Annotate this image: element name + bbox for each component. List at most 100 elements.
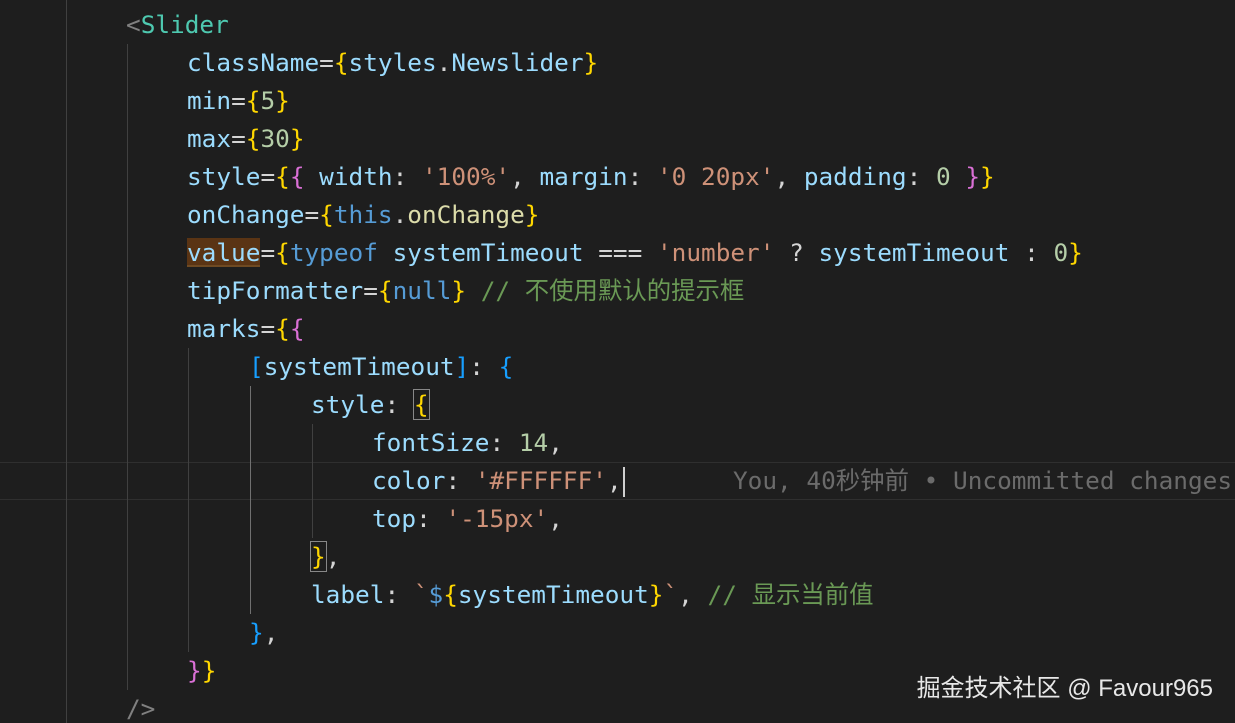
comma: , [548, 504, 563, 533]
code-line[interactable]: }, [310, 538, 341, 576]
comma: , [510, 162, 540, 191]
text-cursor [622, 467, 625, 497]
code-line[interactable]: min={5} [187, 82, 290, 120]
brace: } [648, 580, 664, 609]
brace: { [275, 314, 290, 343]
code-line[interactable]: }, [249, 614, 278, 652]
code-line[interactable]: label: `${systemTimeout}`, // 显示当前值 [311, 576, 874, 614]
prop-name: style [187, 162, 261, 191]
indent-guide [312, 424, 313, 538]
brace: } [980, 162, 995, 191]
operator: === [583, 238, 657, 267]
code-line[interactable]: top: '-15px', [372, 500, 563, 538]
code-line[interactable]: marks={{ [187, 310, 305, 348]
identifier: Newslider [451, 48, 584, 77]
bracket: [ [249, 352, 264, 381]
brace: { [377, 276, 393, 305]
brace: { [289, 314, 305, 343]
prop-name: className [187, 48, 320, 77]
brace: } [583, 48, 599, 77]
object-key: style [311, 390, 385, 419]
template-tick: ` [663, 580, 679, 609]
operator: = [260, 314, 276, 343]
tag-bracket: < [126, 10, 141, 39]
prop-name: tipFormatter [187, 276, 364, 305]
number-literal: 14 [518, 428, 549, 457]
string-literal: '100%' [421, 162, 511, 191]
number-literal: 5 [260, 86, 276, 115]
code-line[interactable]: style: { [311, 386, 430, 424]
number-literal: 0 [935, 162, 951, 191]
brace: } [201, 656, 217, 685]
brace: { [245, 124, 261, 153]
code-comment: // 显示当前值 [692, 580, 874, 609]
number-literal: 0 [1053, 238, 1069, 267]
brace: { [275, 162, 290, 191]
keyword: null [392, 276, 452, 305]
code-line[interactable]: tipFormatter={null} // 不使用默认的提示框 [187, 272, 744, 310]
brace: { [319, 200, 334, 229]
code-editor[interactable]: <Slider className={styles.Newslider} min… [0, 0, 1235, 723]
code-line[interactable]: <Slider [126, 6, 229, 44]
comma: , [263, 618, 279, 647]
operator: = [231, 124, 246, 153]
colon: : [384, 390, 414, 419]
operator: = [231, 86, 246, 115]
identifier: systemTimeout [263, 352, 455, 381]
comma: , [548, 428, 563, 457]
object-key: label [311, 580, 385, 609]
colon: : [392, 162, 422, 191]
brace: { [275, 238, 290, 267]
operator: = [260, 162, 276, 191]
brace: } [249, 618, 264, 647]
brace: } [524, 200, 540, 229]
string-literal: '-15px' [445, 504, 549, 533]
string-literal: '0 20px' [656, 162, 775, 191]
colon: : [416, 504, 446, 533]
brace: { [333, 48, 349, 77]
identifier: styles [348, 48, 437, 77]
code-line[interactable]: [systemTimeout]: { [249, 348, 513, 386]
colon: : [627, 162, 657, 191]
template-dollar: $ [428, 580, 444, 609]
brace-match: { [412, 389, 430, 420]
object-key: margin [539, 162, 628, 191]
code-line[interactable]: /> [126, 690, 155, 723]
identifier: systemTimeout [457, 580, 649, 609]
indent-guide [66, 0, 67, 723]
brace: } [289, 124, 305, 153]
indent-guide [188, 348, 189, 652]
colon: : [469, 352, 499, 381]
code-line[interactable]: max={30} [187, 120, 305, 158]
code-line[interactable]: }} [187, 652, 216, 690]
operator: ? [774, 238, 819, 267]
code-line[interactable]: className={styles.Newslider} [187, 44, 598, 82]
component-name: Slider [140, 10, 229, 39]
indent-guide-active [250, 386, 251, 614]
operator: = [304, 200, 320, 229]
colon: : [445, 466, 475, 495]
code-line[interactable]: style={{ width: '100%', margin: '0 20px'… [187, 158, 995, 196]
code-line[interactable]: fontSize: 14, [372, 424, 563, 462]
operator: = [319, 48, 334, 77]
colon: : [906, 162, 936, 191]
comma: , [325, 542, 341, 571]
brace: { [245, 86, 261, 115]
code-line[interactable]: onChange={this.onChange} [187, 196, 539, 234]
code-comment: // 不使用默认的提示框 [466, 276, 745, 305]
prop-name: max [187, 124, 232, 153]
method-name: onChange [407, 200, 525, 229]
operator: = [260, 238, 276, 267]
brace-match: } [310, 541, 327, 572]
brace: { [498, 352, 514, 381]
code-line-current[interactable]: color: '#FFFFFF', [372, 462, 625, 500]
object-key: color [372, 466, 446, 495]
comma: , [678, 580, 693, 609]
brace: } [187, 656, 202, 685]
watermark: 掘金技术社区 @ Favour965 [916, 675, 1213, 702]
object-key: width [304, 162, 393, 191]
prop-name: marks [187, 314, 261, 343]
template-tick: ` [413, 580, 429, 609]
code-line[interactable]: value={typeof systemTimeout === 'number'… [187, 234, 1083, 272]
